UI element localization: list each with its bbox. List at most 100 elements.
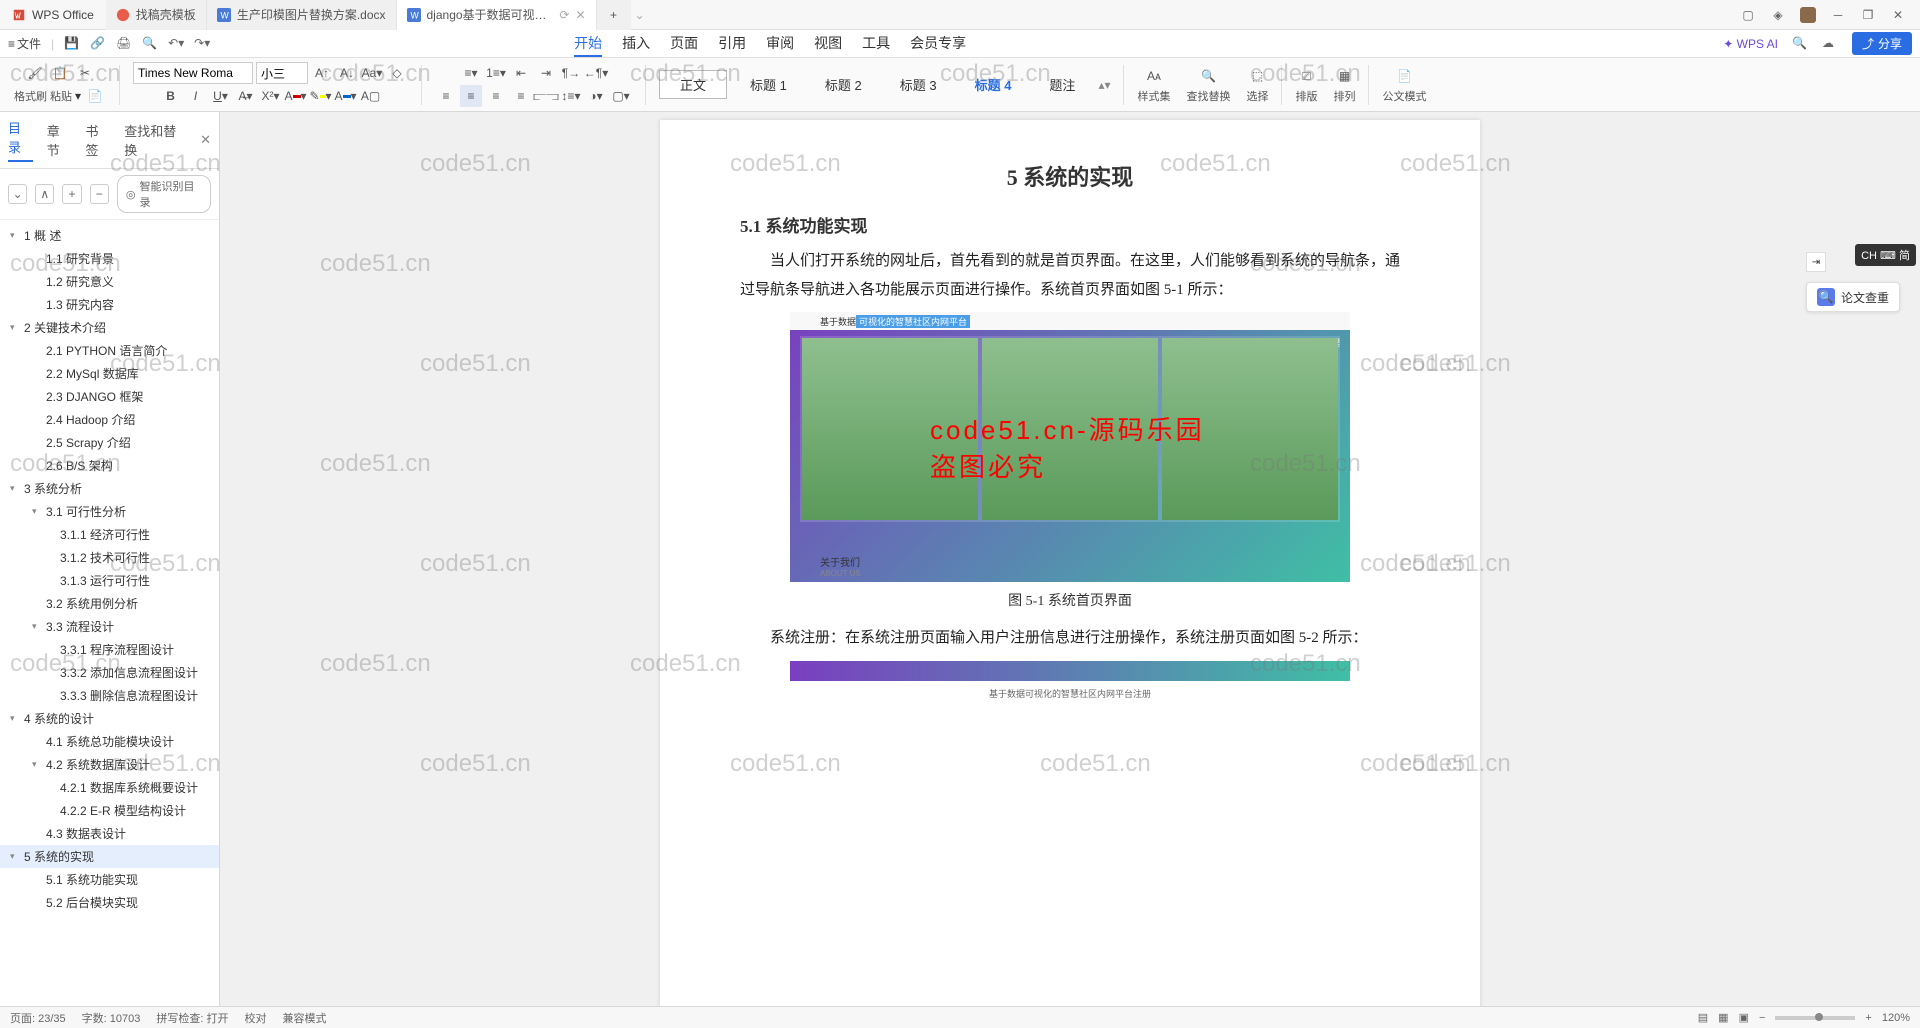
toc-item[interactable]: 3.1.2 技术可行性	[0, 546, 219, 569]
toc-item[interactable]: ▾3.1 可行性分析	[0, 500, 219, 523]
toc-item[interactable]: 1.2 研究意义	[0, 270, 219, 293]
align-right-icon[interactable]: ≡	[485, 85, 507, 107]
select-group[interactable]: ⬚ 选择	[1240, 60, 1274, 110]
avatar-icon[interactable]	[1800, 7, 1816, 23]
close-icon[interactable]: ✕	[575, 8, 585, 22]
toc-item[interactable]: ▾2 关键技术介绍	[0, 316, 219, 339]
style-caption[interactable]: 题注	[1034, 72, 1090, 97]
new-tab-button[interactable]: +	[597, 0, 631, 30]
find-group[interactable]: 🔍 查找替换	[1180, 60, 1236, 110]
toc-item[interactable]: 4.2.2 E-R 模型结构设计	[0, 799, 219, 822]
bold-icon[interactable]: B	[160, 85, 182, 107]
distribute-icon[interactable]: ⫍⫎	[535, 85, 557, 107]
italic-icon[interactable]: I	[185, 85, 207, 107]
minimize-icon[interactable]: ─	[1830, 7, 1846, 23]
preview-icon[interactable]: 🔍	[142, 36, 158, 52]
undo-icon[interactable]: ↶▾	[168, 36, 184, 52]
tab-review[interactable]: 审阅	[766, 31, 794, 57]
toc-tree[interactable]: ▾1 概 述1.1 研究背景1.2 研究意义1.3 研究内容▾2 关键技术介绍2…	[0, 220, 219, 1006]
align-left-icon[interactable]: ≡	[435, 85, 457, 107]
char-border-icon[interactable]: A▢	[360, 85, 382, 107]
toc-item[interactable]: ▾1 概 述	[0, 224, 219, 247]
layout-group[interactable]: ⎚ 排版	[1289, 60, 1323, 110]
toc-item[interactable]: 3.1.1 经济可行性	[0, 523, 219, 546]
style-set-group[interactable]: Aᴀ 样式集	[1131, 60, 1176, 110]
toc-remove-icon[interactable]: −	[90, 184, 109, 204]
nav-tab-chapter[interactable]: 章节	[47, 121, 72, 159]
arrange-group[interactable]: ▦ 排列	[1327, 60, 1361, 110]
toc-item[interactable]: 1.3 研究内容	[0, 293, 219, 316]
tab-start[interactable]: 开始	[574, 31, 602, 57]
chevron-icon[interactable]: ▾	[32, 759, 42, 770]
superscript-icon[interactable]: X²▾	[260, 85, 282, 107]
style-normal[interactable]: 正文	[659, 70, 727, 99]
tab-refresh-icon[interactable]: ⟳	[559, 8, 569, 22]
line-spacing-icon[interactable]: ↕≡▾	[560, 85, 582, 107]
paste-icon[interactable]: 📋	[49, 62, 71, 84]
ime-indicator[interactable]: CH ⌨ 简	[1855, 244, 1916, 266]
tab-reference[interactable]: 引用	[718, 31, 746, 57]
collapse-icon[interactable]: ⇥	[1806, 252, 1826, 272]
toc-item[interactable]: 3.3.3 删除信息流程图设计	[0, 684, 219, 707]
indent-decrease-icon[interactable]: ⇤	[510, 62, 532, 84]
numbering-icon[interactable]: 1≡▾	[485, 62, 507, 84]
toc-item[interactable]: 2.6 B/S 架构	[0, 454, 219, 477]
highlight-icon[interactable]: ✎▾	[310, 85, 332, 107]
chevron-icon[interactable]: ▾	[10, 230, 20, 241]
toc-up-icon[interactable]: ∧	[35, 184, 54, 204]
view-web-icon[interactable]: ▦	[1718, 1011, 1728, 1024]
ltr-icon[interactable]: ¶→	[560, 62, 582, 84]
chevron-icon[interactable]: ▾	[10, 483, 20, 494]
style-h3[interactable]: 标题 3	[885, 72, 952, 97]
underline-icon[interactable]: U▾	[210, 85, 232, 107]
toc-item[interactable]: ▾3.3 流程设计	[0, 615, 219, 638]
decrease-font-icon[interactable]: A↓	[336, 62, 358, 84]
font-name-select[interactable]	[133, 62, 253, 84]
rtl-icon[interactable]: ←¶▾	[585, 62, 607, 84]
zoom-in-icon[interactable]: +	[1865, 1012, 1871, 1024]
document-viewport[interactable]: 5 系统的实现 5.1 系统功能实现 当人们打开系统的网址后，首先看到的就是首页…	[220, 112, 1920, 1006]
chevron-icon[interactable]: ▾	[32, 506, 42, 517]
toc-item[interactable]: 2.1 PYTHON 语言简介	[0, 339, 219, 362]
status-page[interactable]: 页面: 23/35	[10, 1010, 66, 1026]
style-h1[interactable]: 标题 1	[735, 72, 802, 97]
align-center-icon[interactable]: ≡	[460, 85, 482, 107]
toc-item[interactable]: 4.3 数据表设计	[0, 822, 219, 845]
status-wordcount[interactable]: 字数: 10703	[82, 1010, 141, 1026]
font-color-icon[interactable]: A▾	[285, 85, 307, 107]
para-shading-icon[interactable]: ◑▾	[585, 85, 607, 107]
toc-item[interactable]: 5.1 系统功能实现	[0, 868, 219, 891]
change-case-icon[interactable]: Aa▾	[361, 62, 383, 84]
toc-item[interactable]: 1.1 研究背景	[0, 247, 219, 270]
view-print-icon[interactable]: ▤	[1698, 1011, 1708, 1024]
nav-tab-bookmark[interactable]: 书签	[86, 121, 111, 159]
styles-scroll-icon[interactable]: ▴▾	[1098, 78, 1110, 92]
chevron-icon[interactable]: ▾	[32, 621, 42, 632]
chevron-icon[interactable]: ▾	[10, 322, 20, 333]
chevron-icon[interactable]: ▾	[10, 851, 20, 862]
status-proof[interactable]: 校对	[244, 1010, 266, 1026]
toc-item[interactable]: 2.5 Scrapy 介绍	[0, 431, 219, 454]
clear-format-icon[interactable]: ◇	[386, 62, 408, 84]
toc-item[interactable]: ▾3 系统分析	[0, 477, 219, 500]
borders-icon[interactable]: ▢▾	[610, 85, 632, 107]
zoom-out-icon[interactable]: −	[1759, 1012, 1765, 1024]
toc-item[interactable]: ▾4.2 系统数据库设计	[0, 753, 219, 776]
tab-doc2-active[interactable]: W django基于数据可视化的智 ⟳ ✕	[397, 0, 597, 30]
smart-toc-button[interactable]: ◎ 智能识别目录	[117, 175, 211, 213]
cut-icon[interactable]: ✂	[74, 62, 96, 84]
align-justify-icon[interactable]: ≡	[510, 85, 532, 107]
chevron-icon[interactable]: ▾	[10, 713, 20, 724]
toc-item[interactable]: 2.3 DJANGO 框架	[0, 385, 219, 408]
toc-dropdown-icon[interactable]: ⌄	[8, 184, 27, 204]
nav-tab-toc[interactable]: 目录	[8, 118, 33, 162]
toc-item[interactable]: 3.2 系统用例分析	[0, 592, 219, 615]
toc-item[interactable]: 3.3.1 程序流程图设计	[0, 638, 219, 661]
format-painter-icon[interactable]: 🖌	[24, 62, 46, 84]
increase-font-icon[interactable]: A↑	[311, 62, 333, 84]
toc-item[interactable]: ▾4 系统的设计	[0, 707, 219, 730]
tab-dropdown-icon[interactable]: ⌄	[631, 8, 649, 22]
gov-mode-group[interactable]: 📄 公文模式	[1376, 60, 1432, 110]
tab-tools[interactable]: 工具	[862, 31, 890, 57]
status-spellcheck[interactable]: 拼写检查: 打开	[156, 1010, 228, 1026]
